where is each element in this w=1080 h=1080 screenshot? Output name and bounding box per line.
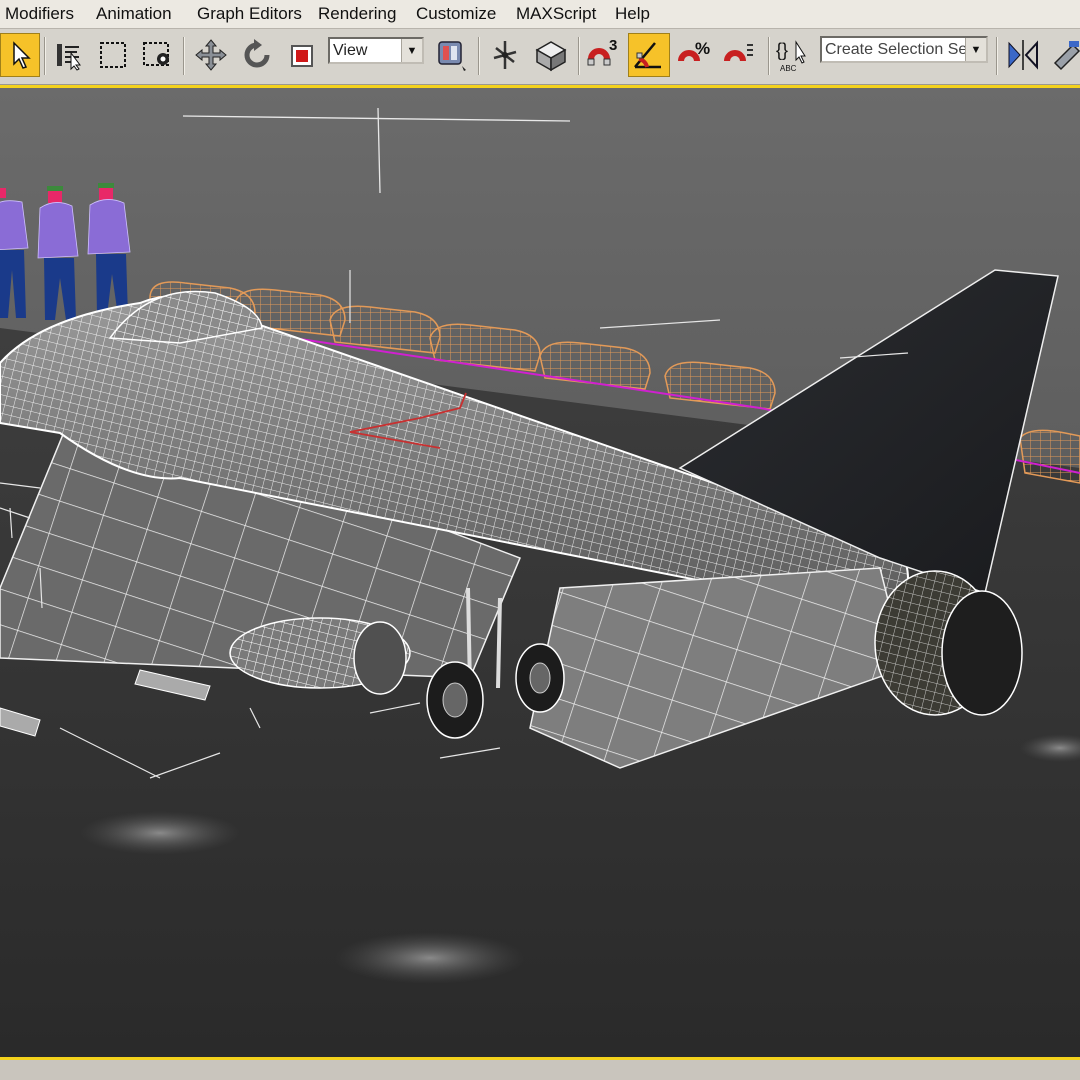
named-selection-set-dropdown[interactable]: Create Selection Set ▼ [820,36,988,63]
angle-snap-toggle-button[interactable] [628,33,670,77]
arrow-cursor-icon [13,41,31,69]
rectangular-selection-icon [100,42,126,68]
angle-snap-icon [634,42,661,69]
pivot-center-button[interactable] [430,33,472,77]
align-button[interactable] [1046,33,1080,77]
scale-icon [291,45,313,67]
rotate-icon [244,39,270,68]
svg-text:%: % [695,39,710,58]
snap-dimension-label: 3 [609,37,618,54]
main-toolbar: View ▼ 3 % {} ABC Create Selection Set ▼ [0,29,1080,85]
spinner-snap-toggle-button[interactable] [720,33,762,77]
percent-snap-icon: % [678,39,710,62]
mirror-button[interactable] [1002,33,1044,77]
menu-customize[interactable]: Customize [416,4,496,24]
edit-named-selection-button[interactable]: {} ABC [772,33,814,77]
status-bar [0,1060,1080,1080]
move-button[interactable] [190,33,232,77]
menu-graph-editors[interactable]: Graph Editors [197,4,302,24]
select-by-name-button[interactable] [48,33,90,77]
rotate-button[interactable] [236,33,278,77]
keyboard-shortcut-override-button[interactable] [530,33,572,77]
chevron-down-icon: ▼ [401,39,422,62]
pivot-center-icon [438,41,466,71]
menu-help[interactable]: Help [615,4,650,24]
menu-animation[interactable]: Animation [96,4,172,24]
reference-coordinate-value: View [333,41,368,59]
perspective-viewport[interactable] [0,85,1080,1060]
named-selection-label: ABC [780,64,797,73]
select-by-name-icon [57,44,81,71]
select-object-button[interactable] [0,33,40,77]
deck-light-blur [80,811,240,855]
align-icon [1053,41,1080,71]
chevron-down-icon: ▼ [965,38,986,61]
spinner-snap-icon [724,44,753,62]
window-crossing-button[interactable] [136,33,178,77]
percent-snap-toggle-button[interactable]: % [674,33,716,77]
menu-rendering[interactable]: Rendering [318,4,396,24]
menu-modifiers[interactable]: Modifiers [5,4,74,24]
svg-text:{}: {} [776,40,788,60]
select-and-manipulate-button[interactable] [484,33,526,77]
rectangular-selection-button[interactable] [92,33,134,77]
deck-light-blur [335,932,525,984]
reference-coordinate-dropdown[interactable]: View ▼ [328,37,424,64]
window-crossing-icon [143,42,169,66]
move-arrows-icon [195,39,227,71]
mirror-icon [1008,40,1038,70]
keyboard-override-icon [535,41,567,72]
named-selection-set-value: Create Selection Set [825,40,965,58]
viewport-scene [0,88,1080,1057]
menu-maxscript[interactable]: MAXScript [516,4,596,24]
snaps-toggle-button[interactable]: 3 [582,33,624,77]
manipulate-icon [493,41,517,69]
menu-bar: Modifiers Animation Graph Editors Render… [0,0,1080,29]
scale-button[interactable] [282,33,324,77]
